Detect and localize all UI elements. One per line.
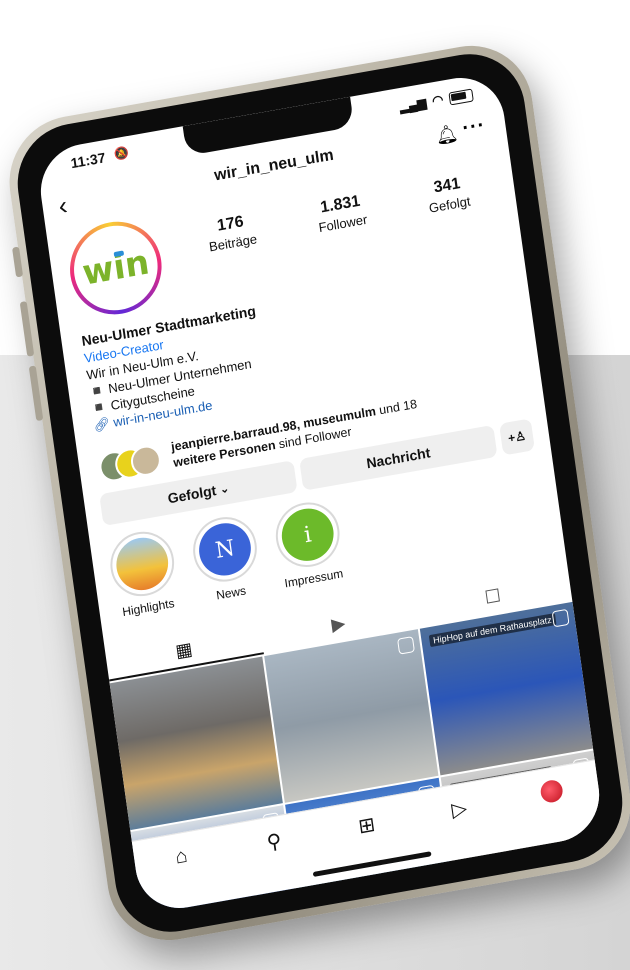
add-person-button[interactable]: +♙: [499, 418, 535, 456]
reels-icon: ▷: [450, 797, 469, 822]
nav-reels[interactable]: ▷: [411, 789, 507, 830]
win-logo-text: win: [79, 242, 152, 294]
status-icons: ▂▄▆ ◠: [399, 86, 474, 115]
highlight-news[interactable]: N News: [188, 512, 266, 619]
stat-followers[interactable]: 1.831 Follower: [315, 192, 368, 235]
stat-following[interactable]: 341 Gefolgt: [425, 174, 471, 216]
following-button-label: Gefolgt: [166, 482, 218, 507]
profile-avatar[interactable]: win: [64, 214, 168, 322]
signal-icon: ▂▄▆: [398, 95, 428, 115]
phone-screen: 11:37 🔕 ▂▄▆ ◠ ‹ wir_in_neu_ulm 🔔︎ ··· wi…: [34, 70, 606, 916]
highlight-impressum[interactable]: i Impressum: [271, 497, 349, 604]
add-post-icon: ⊞: [356, 813, 377, 839]
grid-post[interactable]: [264, 629, 439, 803]
nav-home[interactable]: ⌂: [134, 838, 230, 877]
chevron-down-icon: ⌄: [219, 482, 230, 496]
nav-profile[interactable]: [504, 772, 600, 810]
avatar-inner: win: [68, 219, 164, 317]
message-button-label: Nachricht: [365, 444, 432, 472]
link-icon: 🔗︎: [92, 414, 115, 434]
news-letter-icon: N: [195, 519, 255, 580]
grid-post[interactable]: HipHop auf dem Rathausplatz: [419, 601, 594, 776]
tagged-person-icon: ☐: [483, 584, 502, 608]
nav-create[interactable]: ⊞: [319, 805, 415, 846]
profile-avatar-icon: [539, 778, 565, 805]
highlight-ring: i: [271, 497, 344, 573]
search-icon: ⚲: [265, 830, 283, 855]
status-time: 11:37: [69, 149, 107, 172]
highlight-ring: N: [189, 512, 261, 587]
nav-search[interactable]: ⚲: [226, 821, 322, 862]
win-logo: win: [80, 242, 152, 293]
highlight-highlights[interactable]: Highlights: [105, 526, 183, 634]
home-indicator: [312, 851, 432, 877]
wifi-icon: ◠: [431, 91, 445, 109]
highlight-thumbnail: [113, 533, 172, 595]
highlight-label: News: [215, 583, 247, 603]
grid-post[interactable]: [109, 656, 284, 831]
home-icon: ⌂: [173, 844, 189, 869]
add-person-icon: +♙: [507, 428, 527, 446]
highlight-ring: [106, 526, 179, 602]
followed-by-rest-prefix: und 18: [374, 396, 418, 418]
bell-icon[interactable]: 🔔︎: [434, 123, 459, 148]
highlight-label: Impressum: [283, 566, 345, 591]
more-options-icon[interactable]: ···: [461, 114, 487, 141]
bell-slash-icon: 🔕: [113, 145, 130, 162]
highlight-label: Highlights: [121, 596, 176, 620]
reels-icon: ▶︎: [330, 612, 347, 635]
grid-icon: ▦: [174, 638, 194, 661]
info-icon: i: [278, 504, 337, 566]
reel-badge-icon: [396, 636, 415, 655]
battery-icon: [448, 87, 474, 106]
stat-posts[interactable]: 176 Beiträge: [205, 211, 258, 254]
reel-badge-icon: [551, 608, 570, 628]
